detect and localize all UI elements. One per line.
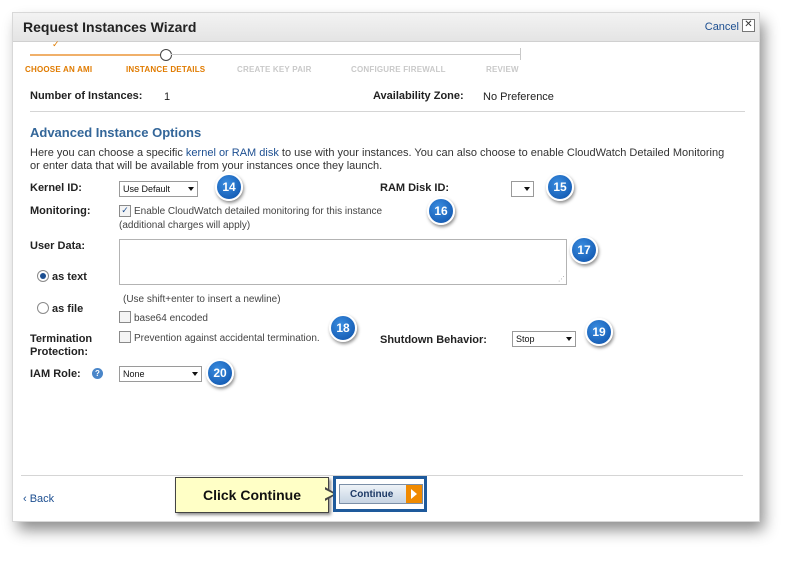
step-review: REVIEW	[486, 65, 519, 74]
kernel-ramdisk-link[interactable]: kernel or RAM disk	[186, 147, 279, 159]
iam-role-select[interactable]: None	[119, 366, 202, 382]
step-instance-details: INSTANCE DETAILS	[126, 65, 206, 74]
click-continue-callout: Click Continue	[175, 477, 329, 513]
callout-badge-19: 19	[585, 318, 613, 346]
as-text-radio[interactable]	[37, 270, 49, 282]
termination-label-line1: Termination	[30, 333, 93, 345]
arrow-right-icon	[406, 485, 422, 503]
step-done-check-icon: ✓	[52, 39, 60, 49]
progress-track-remaining	[171, 54, 521, 55]
base64-label: base64 encoded	[134, 313, 208, 324]
termination-checkbox[interactable]	[119, 331, 131, 343]
step-choose-ami: CHOOSE AN AMI	[25, 65, 93, 74]
kernel-id-value: Use Default	[123, 184, 171, 194]
shutdown-behavior-value: Stop	[516, 334, 535, 344]
monitoring-label: Monitoring:	[30, 205, 91, 217]
section-description: Here you can choose a specific kernel or…	[30, 147, 730, 173]
user-data-label: User Data:	[30, 240, 86, 252]
availability-zone-value: No Preference	[483, 91, 554, 103]
continue-label: Continue	[350, 489, 394, 500]
kernel-id-label: Kernel ID:	[30, 182, 82, 194]
progress-current-dot	[160, 49, 172, 61]
back-link[interactable]: ‹ Back	[23, 493, 54, 505]
callout-badge-15: 15	[546, 173, 574, 201]
dialog-title: Request Instances Wizard	[23, 19, 197, 35]
iam-role-value: None	[123, 369, 145, 379]
continue-button[interactable]: Continue	[339, 484, 423, 504]
ram-disk-id-select[interactable]	[511, 181, 534, 197]
callout-badge-18: 18	[329, 314, 357, 342]
progress-track-done	[30, 54, 160, 56]
cancel-link[interactable]: Cancel	[705, 21, 739, 33]
chevron-down-icon	[188, 187, 194, 191]
summary-divider	[30, 111, 745, 112]
as-file-radio[interactable]	[37, 302, 49, 314]
wizard-dialog: Request Instances Wizard Cancel ✕ ✓ CHOO…	[12, 12, 760, 522]
base64-checkbox[interactable]	[119, 311, 131, 323]
monitoring-text: Enable CloudWatch detailed monitoring fo…	[134, 206, 383, 217]
kernel-id-select[interactable]: Use Default	[119, 181, 198, 197]
availability-zone-label: Availability Zone:	[373, 90, 464, 102]
shutdown-behavior-select[interactable]: Stop	[512, 331, 576, 347]
instances-label: Number of Instances:	[30, 90, 143, 102]
monitoring-checkbox[interactable]: ✓	[119, 205, 131, 217]
close-icon[interactable]: ✕	[742, 19, 755, 32]
help-icon[interactable]: ?	[92, 368, 103, 379]
section-title: Advanced Instance Options	[30, 125, 202, 140]
callout-badge-17: 17	[570, 236, 598, 264]
step-configure-firewall: CONFIGURE FIREWALL	[351, 65, 446, 74]
resize-grip-icon[interactable]: ⋰	[558, 275, 565, 283]
callout-badge-20: 20	[206, 359, 234, 387]
step-create-key-pair: CREATE KEY PAIR	[237, 65, 312, 74]
progress-track-end	[520, 48, 521, 60]
title-bar: Request Instances Wizard Cancel ✕	[13, 13, 759, 42]
ram-disk-id-label: RAM Disk ID:	[380, 182, 450, 194]
chevron-down-icon	[566, 337, 572, 341]
user-data-hint: (Use shift+enter to insert a newline)	[123, 294, 281, 305]
as-text-label: as text	[52, 271, 87, 283]
as-file-label: as file	[52, 303, 84, 315]
chevron-down-icon	[524, 187, 530, 191]
chevron-down-icon	[192, 372, 198, 376]
instances-value: 1	[164, 91, 171, 103]
callout-badge-16: 16	[427, 197, 455, 225]
callout-badge-14: 14	[215, 173, 243, 201]
desc-text-1: Here you can choose a specific	[30, 147, 186, 159]
termination-text: Prevention against accidental terminatio…	[134, 333, 320, 344]
user-data-textarea[interactable]: ⋰	[119, 239, 567, 285]
additional-charges-link[interactable]: (additional charges will apply)	[119, 220, 250, 231]
shutdown-behavior-label: Shutdown Behavior:	[380, 334, 487, 346]
termination-label-line2: Protection:	[30, 346, 89, 358]
iam-role-label: IAM Role:	[30, 368, 81, 380]
